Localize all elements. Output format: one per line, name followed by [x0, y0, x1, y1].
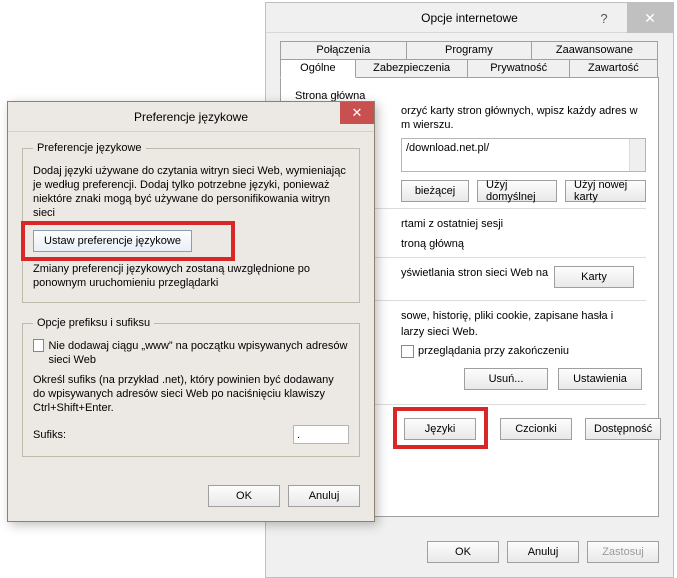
use-newtab-button[interactable]: Użyj nowej karty [565, 180, 646, 202]
fonts-button[interactable]: Czcionki [500, 418, 572, 440]
help-button[interactable]: ? [583, 3, 625, 33]
language-preferences-group: Preferencje językowe Dodaj języki używan… [22, 142, 360, 303]
languages-button[interactable]: Języki [404, 418, 476, 440]
tab-security[interactable]: Zabezpieczenia [355, 59, 469, 78]
homepage-desc-line1: orzyć karty stron głównych, wpisz każdy … [401, 104, 646, 118]
homepage-url-input[interactable]: /download.net.pl/ [401, 138, 646, 172]
tab-general[interactable]: Ogólne [280, 59, 356, 78]
tab-privacy[interactable]: Prywatność [467, 59, 569, 78]
lang-close-button[interactable]: ✕ [340, 102, 374, 124]
lang-ok-button[interactable]: OK [208, 485, 280, 507]
delete-on-exit-checkbox[interactable] [401, 345, 414, 358]
language-preferences-note: Zmiany preferencji językowych zostaną uw… [33, 262, 349, 290]
lang-cancel-button[interactable]: Anuluj [288, 485, 360, 507]
startup-option-last-session[interactable]: rtami z ostatniej sesji [401, 217, 646, 231]
set-language-preferences-button[interactable]: Ustaw preferencje językowe [33, 230, 192, 252]
language-preferences-desc: Dodaj języki używane do czytania witryn … [33, 164, 349, 220]
tab-content[interactable]: Zawartość [569, 59, 658, 78]
io-title: Opcje internetowe [421, 11, 518, 25]
tab-advanced[interactable]: Zaawansowane [531, 41, 658, 60]
delete-on-exit-label: przeglądania przy zakończeniu [418, 345, 569, 357]
settings-button[interactable]: Ustawienia [558, 368, 642, 390]
close-button[interactable]: ✕ [627, 3, 673, 33]
lang-titlebar: Preferencje językowe ✕ [8, 102, 374, 132]
history-line1: sowe, historię, pliki cookie, zapisane h… [401, 309, 646, 323]
ok-button[interactable]: OK [427, 541, 499, 563]
scrollbar[interactable] [629, 139, 645, 171]
prefix-suffix-legend: Opcje prefiksu i sufiksu [33, 317, 154, 329]
homepage-url-value: /download.net.pl/ [406, 142, 489, 154]
delete-button[interactable]: Usuń... [464, 368, 548, 390]
cancel-button[interactable]: Anuluj [507, 541, 579, 563]
use-current-button[interactable]: bieżącej [401, 180, 469, 202]
tabs-button[interactable]: Karty [554, 266, 634, 288]
tab-connections[interactable]: Połączenia [280, 41, 407, 60]
use-default-button[interactable]: Użyj domyślnej [477, 180, 557, 202]
accessibility-button[interactable]: Dostępność [585, 418, 661, 440]
startup-option-homepage[interactable]: troną główną [401, 237, 646, 251]
tabs-row-front: Ogólne Zabezpieczenia Prywatność Zawarto… [280, 59, 659, 78]
io-titlebar: Opcje internetowe ? ✕ [266, 3, 673, 33]
suffix-input[interactable] [293, 425, 349, 444]
tabs-row-back: Połączenia Programy Zaawansowane [280, 41, 659, 60]
suffix-label: Sufiks: [33, 429, 66, 441]
homepage-desc-line2: m wierszu. [401, 118, 646, 132]
suffix-desc: Określ sufiks (na przykład .net), który … [33, 373, 349, 415]
www-prefix-label: Nie dodawaj ciągu „www” na początku wpis… [48, 339, 349, 367]
lang-title: Preferencje językowe [134, 110, 248, 124]
tab-programs[interactable]: Programy [406, 41, 533, 60]
apply-button[interactable]: Zastosuj [587, 541, 659, 563]
www-prefix-checkbox[interactable] [33, 339, 44, 352]
language-preferences-dialog: Preferencje językowe ✕ Preferencje język… [7, 101, 375, 522]
history-line2: larzy sieci Web. [401, 325, 646, 339]
language-preferences-legend: Preferencje językowe [33, 142, 146, 154]
prefix-suffix-group: Opcje prefiksu i sufiksu Nie dodawaj cią… [22, 317, 360, 457]
